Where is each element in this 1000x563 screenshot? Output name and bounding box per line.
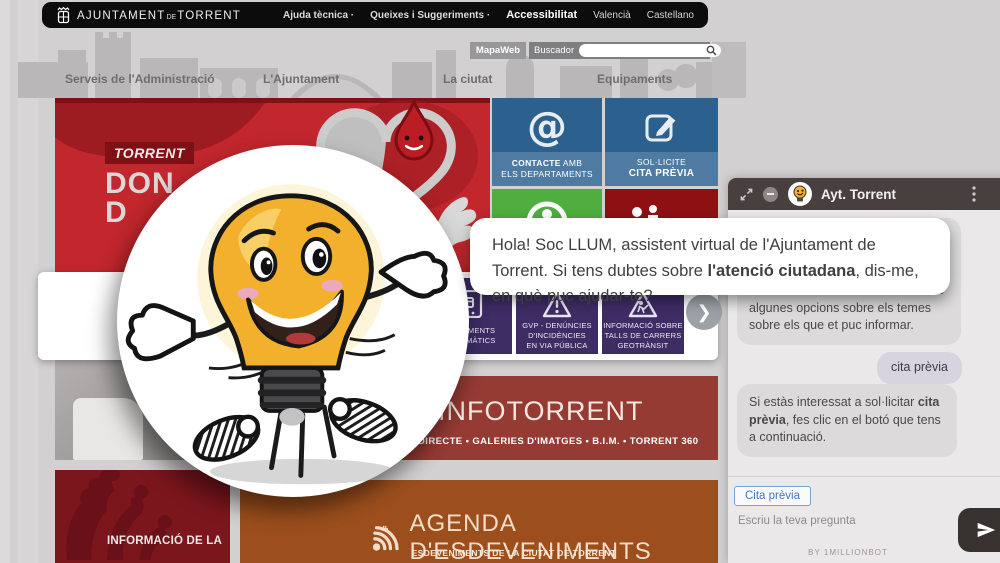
page: AJUNTAMENTDETORRENT Ajuda tècnica · Quei… (0, 0, 1000, 563)
top-menu: Ajuda tècnica · Queixes i Suggeriments ·… (283, 9, 694, 21)
assistant-speech-bubble: Hola! Soc LLUM, assistent virtual de l'A… (470, 218, 950, 295)
pencil-icon (643, 108, 681, 146)
avatar (788, 182, 812, 206)
menu-queixes[interactable]: Queixes i Suggeriments · (370, 10, 490, 21)
llum-lightbulb-mascot (117, 145, 469, 497)
bot-message-2: Si estàs interessat a sol·licitar cita p… (737, 384, 957, 457)
menu-valencia[interactable]: Valencià (593, 10, 631, 21)
powered-by: BY 1MILLIONBOT (728, 548, 968, 557)
llum-mascot-circle (117, 145, 469, 497)
buscador-label: Buscador (529, 45, 579, 56)
brand-name: AJUNTAMENT (77, 10, 165, 22)
expand-icon[interactable] (740, 188, 753, 201)
carousel-next-button[interactable]: ❯ (686, 294, 722, 330)
tile-contacte-departaments[interactable]: @ CONTACTE AMB ELS DEPARTAMENTS (492, 98, 602, 186)
contact-label-strong: CONTACTE (512, 158, 561, 168)
cita-previa-quick-reply[interactable]: Cita prèvia (734, 486, 811, 506)
contact-label-rest: AMB (561, 158, 583, 168)
tile-cita-previa[interactable]: SOL·LICITE CITA PRÈVIA (605, 98, 718, 186)
agenda-subtitle: ESDEVENIMENTS DE LA CIUTAT DE TORRENT (240, 548, 718, 558)
top-bar: AJUNTAMENTDETORRENT Ajuda tècnica · Quei… (42, 2, 708, 28)
chat-title: Ayt. Torrent (821, 187, 896, 202)
brand-de: DE (166, 14, 176, 21)
infotorrent-title: INFOTORRENT (438, 396, 644, 427)
footer-divider (728, 476, 1000, 477)
informacio-label: INFORMACIÓ DE LA (107, 535, 222, 547)
nav-equipaments[interactable]: Equipaments (597, 72, 672, 86)
city-skyline-silhouette (0, 28, 720, 98)
chat-header: Ayt. Torrent (728, 178, 1000, 210)
crown-watermark (55, 470, 197, 563)
site-logo[interactable]: AJUNTAMENTDETORRENT (56, 6, 241, 25)
cita-label-line2: CITA PRÈVIA (629, 168, 695, 181)
informacio-tile[interactable]: INFORMACIÓ DE LA (55, 470, 230, 563)
at-icon: @ (527, 104, 567, 150)
minimize-icon[interactable] (763, 187, 778, 202)
send-button[interactable] (958, 508, 1000, 552)
search-icon[interactable] (706, 45, 717, 56)
user-message: cita prèvia (877, 352, 962, 384)
nav-ajuntament[interactable]: L'Ajuntament (263, 72, 339, 86)
promo-label: INFORMACIÓ SOBRE TALLS DE CARRERS GEOTRÀ… (603, 318, 682, 354)
menu-accessibilitat[interactable]: Accessibilitat (506, 9, 577, 21)
photo-content (73, 398, 143, 460)
menu-castellano[interactable]: Castellano (647, 10, 694, 21)
contact-label-line2: ELS DEPARTAMENTS (501, 169, 593, 180)
mapaweb-button[interactable]: MapaWeb (470, 42, 526, 59)
nav-serveis-administracio[interactable]: Serveis de l'Administració (65, 72, 215, 86)
greeting-bold: l'atenció ciutadana (708, 262, 856, 280)
search-bar: Buscador (529, 42, 710, 59)
nav-la-ciutat[interactable]: La ciutat (443, 72, 492, 86)
kebab-menu-icon[interactable] (972, 186, 976, 207)
cita-label-line1: SOL·LICITE (637, 157, 686, 168)
crest-icon (56, 6, 71, 25)
chat-input[interactable] (736, 514, 940, 528)
search-input[interactable] (579, 45, 706, 56)
menu-ajuda-tecnica[interactable]: Ajuda tècnica · (283, 10, 354, 21)
send-icon (976, 521, 996, 539)
promo-label: GVP - DENÚNCIES D'INCIDÈNCIES EN VIA PÚB… (522, 318, 592, 354)
brand-city: TORRENT (177, 10, 241, 22)
chevron-right-icon: ❯ (696, 302, 711, 323)
hero-badge: TORRENT (105, 142, 194, 164)
